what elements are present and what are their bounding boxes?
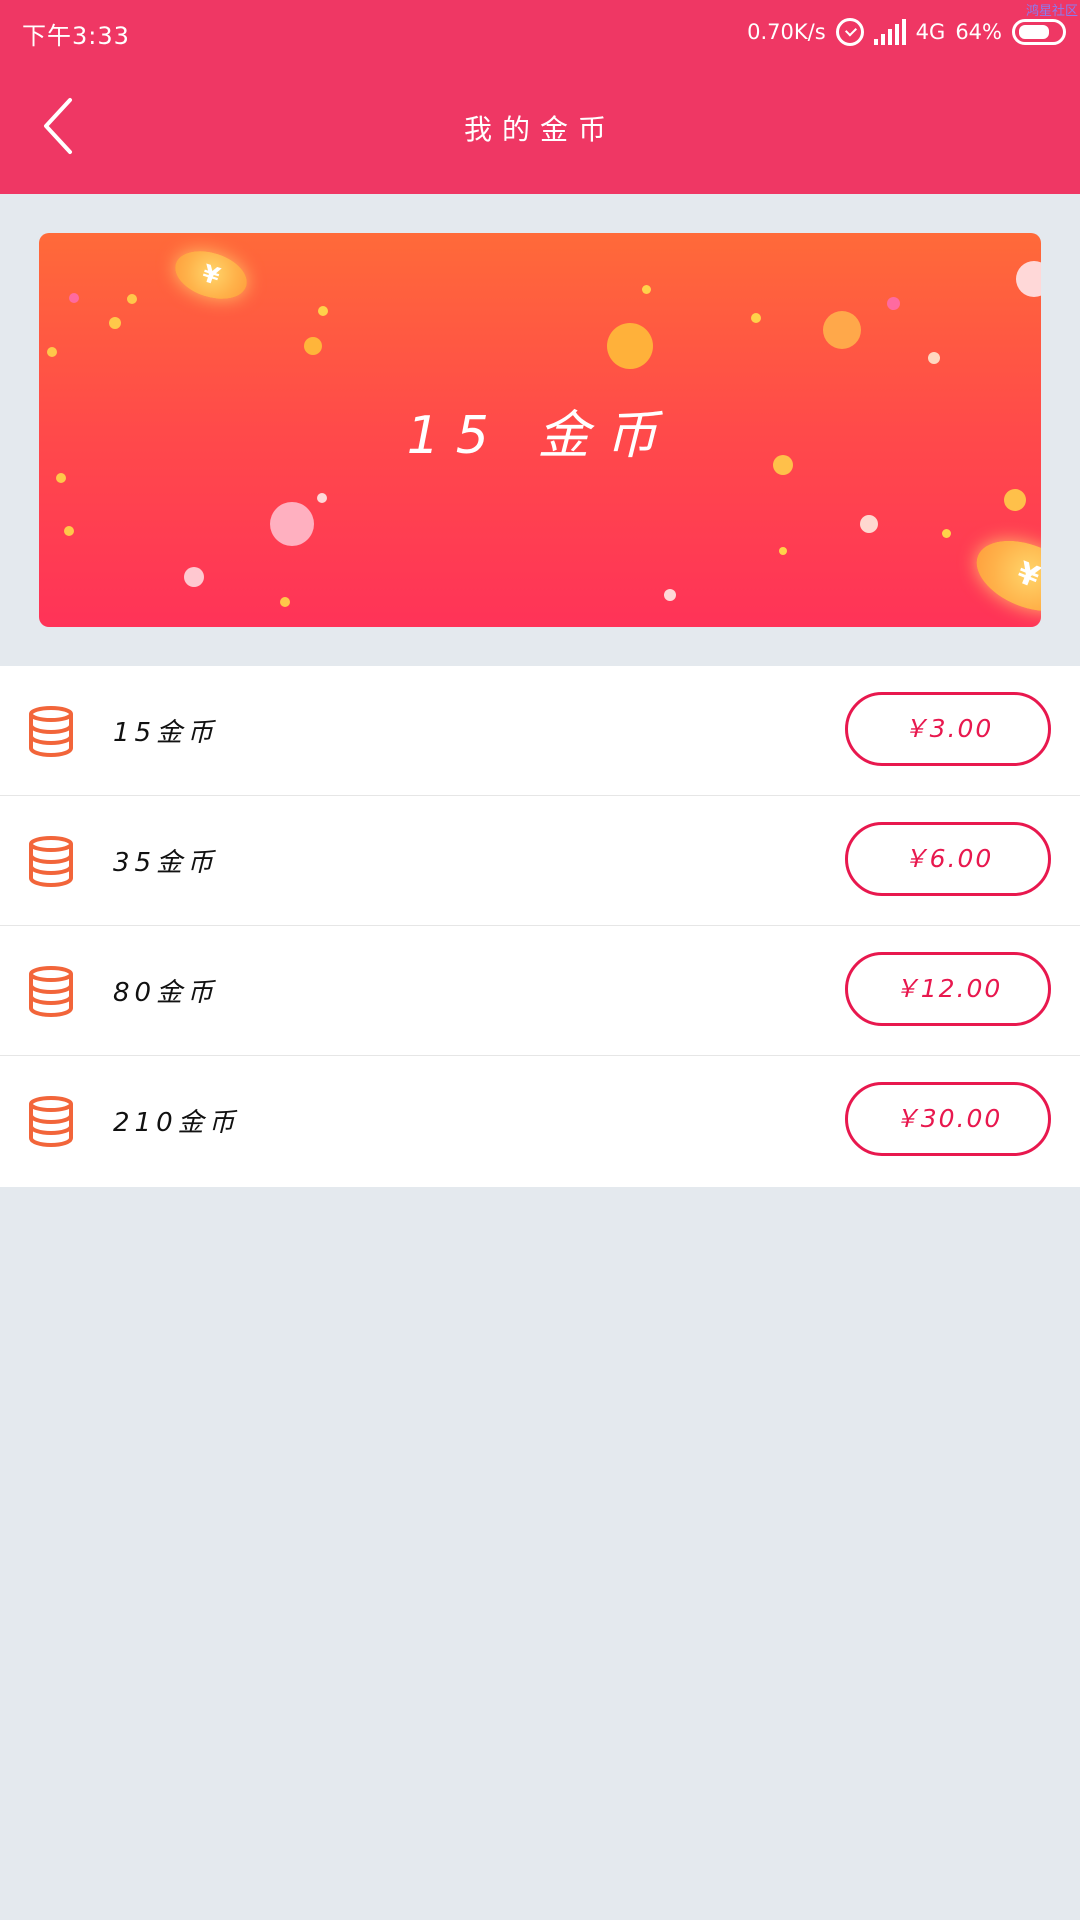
item-label: 15金币 xyxy=(113,718,219,748)
coin-balance: 15 金币 xyxy=(406,406,674,466)
status-indicators: 0.70K/s 4G 64% xyxy=(747,14,1066,50)
network-type: 4G xyxy=(915,20,946,44)
coin-decoration-icon: ¥ xyxy=(169,242,253,308)
recharge-item: 15金币 ￥3.00 xyxy=(0,666,1080,796)
price-button[interactable]: ￥6.00 xyxy=(845,822,1051,896)
status-time: 下午3:33 xyxy=(22,22,130,50)
battery-percent: 64% xyxy=(955,20,1002,44)
coin-stack-icon xyxy=(29,706,73,758)
item-label: 35金币 xyxy=(113,848,219,878)
coin-decoration-icon: ¥ xyxy=(966,527,1041,625)
signal-icon xyxy=(873,19,906,45)
coin-stack-icon xyxy=(29,1096,73,1148)
coin-stack-icon xyxy=(29,836,73,888)
coin-stack-icon xyxy=(29,966,73,1018)
item-label: 210金币 xyxy=(113,1108,240,1138)
price-button[interactable]: ￥3.00 xyxy=(845,692,1051,766)
alarm-icon xyxy=(835,18,864,46)
balance-banner: ¥ ¥ 15 金币 xyxy=(39,233,1041,627)
price-button[interactable]: ￥30.00 xyxy=(845,1082,1051,1156)
recharge-list: 15金币 ￥3.00 35金币 ￥6.00 80金币 ￥12.00 210金币 … xyxy=(0,666,1080,1187)
item-label: 80金币 xyxy=(113,978,219,1008)
recharge-item: 210金币 ￥30.00 xyxy=(0,1056,1080,1187)
net-speed: 0.70K/s xyxy=(747,20,826,44)
recharge-item: 80金币 ￥12.00 xyxy=(0,926,1080,1056)
battery-icon xyxy=(1012,19,1066,45)
page-title: 我的金币 xyxy=(463,113,616,146)
app-header: 下午3:33 鸿星社区 0.70K/s 4G 64% 我的金币 xyxy=(0,0,1080,194)
recharge-item: 35金币 ￥6.00 xyxy=(0,796,1080,926)
status-bar: 下午3:33 鸿星社区 0.70K/s 4G 64% xyxy=(0,0,1080,64)
price-button[interactable]: ￥12.00 xyxy=(845,952,1051,1026)
